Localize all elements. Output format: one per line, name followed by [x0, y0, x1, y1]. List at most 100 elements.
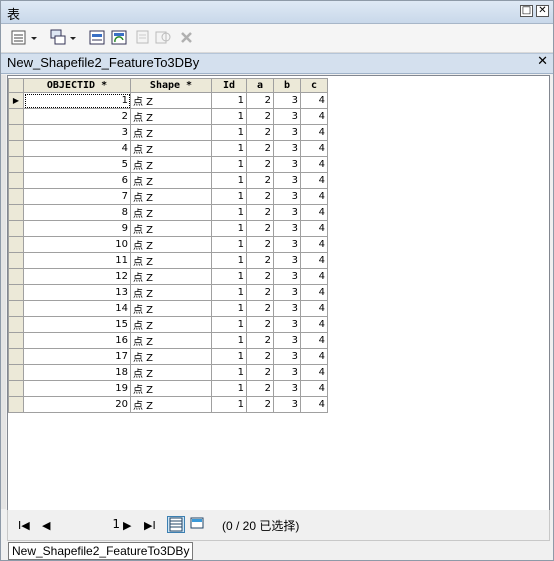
- table-cell[interactable]: 1: [211, 348, 247, 365]
- table-cell[interactable]: 3: [273, 108, 301, 125]
- table-row[interactable]: 14 点 Z1234: [8, 300, 328, 317]
- table-cell[interactable]: 19: [23, 380, 131, 397]
- row-selector[interactable]: [8, 300, 24, 317]
- close-button[interactable]: ✕: [536, 5, 549, 17]
- table-cell[interactable]: 4: [300, 396, 328, 413]
- table-cell[interactable]: 点 Z: [130, 188, 212, 205]
- row-selector[interactable]: [8, 316, 24, 333]
- row-selector[interactable]: [8, 284, 24, 301]
- table-cell[interactable]: 点 Z: [130, 204, 212, 221]
- table-cell[interactable]: 13: [23, 284, 131, 301]
- row-selector[interactable]: [8, 108, 24, 125]
- row-selector[interactable]: [8, 172, 24, 189]
- table-cell[interactable]: 4: [300, 364, 328, 381]
- table-cell[interactable]: 2: [246, 156, 274, 173]
- table-cell[interactable]: 3: [273, 252, 301, 269]
- table-cell[interactable]: 4: [300, 124, 328, 141]
- last-record-button[interactable]: ▶I: [144, 519, 156, 532]
- table-cell[interactable]: 1: [211, 188, 247, 205]
- table-cell[interactable]: 1: [211, 316, 247, 333]
- table-cell[interactable]: 3: [273, 380, 301, 397]
- table-cell[interactable]: 4: [300, 220, 328, 237]
- table-cell[interactable]: 点 Z: [130, 252, 212, 269]
- table-row[interactable]: 20 点 Z1234: [8, 396, 328, 413]
- restore-button[interactable]: □: [520, 5, 533, 17]
- table-cell[interactable]: 点 Z: [130, 396, 212, 413]
- show-selected-records-icon[interactable]: [189, 516, 207, 533]
- first-record-button[interactable]: I◀: [18, 519, 30, 532]
- table-cell[interactable]: 点 Z: [130, 380, 212, 397]
- table-bottom-tab[interactable]: New_Shapefile2_FeatureTo3DBy: [8, 542, 194, 560]
- table-cell[interactable]: 2: [246, 348, 274, 365]
- table-cell[interactable]: 4: [300, 348, 328, 365]
- switch-selection-icon[interactable]: [111, 29, 129, 47]
- row-selector[interactable]: [8, 124, 24, 141]
- table-cell[interactable]: 9: [23, 220, 131, 237]
- table-row[interactable]: ▶ 1 点 Z1234: [8, 92, 328, 109]
- table-cell[interactable]: 3: [273, 236, 301, 253]
- row-selector[interactable]: [8, 220, 24, 237]
- table-cell[interactable]: 8: [23, 204, 131, 221]
- table-cell[interactable]: 4: [300, 332, 328, 349]
- table-cell[interactable]: 1: [211, 156, 247, 173]
- table-cell[interactable]: 18: [23, 364, 131, 381]
- column-header[interactable]: Id: [211, 78, 247, 93]
- table-cell[interactable]: 1: [211, 124, 247, 141]
- table-row[interactable]: 18 点 Z1234: [8, 364, 328, 381]
- table-cell[interactable]: 1: [211, 92, 247, 109]
- table-cell[interactable]: 15: [23, 316, 131, 333]
- table-cell[interactable]: 1: [211, 140, 247, 157]
- table-cell[interactable]: 4: [23, 140, 131, 157]
- table-cell[interactable]: 3: [273, 140, 301, 157]
- tab-close-button[interactable]: ✕: [537, 54, 548, 69]
- table-row[interactable]: 9点 Z1234: [8, 220, 328, 237]
- table-cell[interactable]: 10: [23, 236, 131, 253]
- table-cell[interactable]: 3: [23, 124, 131, 141]
- table-cell[interactable]: 1: [211, 396, 247, 413]
- table-cell[interactable]: 点 Z: [130, 108, 212, 125]
- select-all-corner[interactable]: [8, 78, 24, 93]
- table-cell[interactable]: 2: [246, 188, 274, 205]
- table-cell[interactable]: 3: [273, 316, 301, 333]
- table-row[interactable]: 16 点 Z1234: [8, 332, 328, 349]
- table-cell[interactable]: 5: [23, 156, 131, 173]
- table-cell[interactable]: 点 Z: [130, 220, 212, 237]
- table-cell[interactable]: 2: [246, 236, 274, 253]
- table-cell[interactable]: 2: [246, 396, 274, 413]
- table-cell[interactable]: 4: [300, 268, 328, 285]
- table-cell[interactable]: 4: [300, 156, 328, 173]
- table-cell[interactable]: 12: [23, 268, 131, 285]
- table-cell[interactable]: 3: [273, 172, 301, 189]
- row-selector[interactable]: [8, 204, 24, 221]
- related-tables-icon[interactable]: [49, 29, 79, 47]
- table-cell[interactable]: 点 Z: [130, 236, 212, 253]
- table-cell[interactable]: 7: [23, 188, 131, 205]
- table-cell[interactable]: 点 Z: [130, 172, 212, 189]
- table-cell[interactable]: 3: [273, 268, 301, 285]
- table-cell[interactable]: 点 Z: [130, 268, 212, 285]
- table-cell[interactable]: 1: [211, 172, 247, 189]
- table-cell[interactable]: 点 Z: [130, 300, 212, 317]
- show-all-records-icon[interactable]: [167, 516, 185, 533]
- table-row[interactable]: 15 点 Z1234: [8, 316, 328, 333]
- table-row[interactable]: 3点 Z1234: [8, 124, 328, 141]
- row-selector[interactable]: [8, 268, 24, 285]
- table-cell[interactable]: 16: [23, 332, 131, 349]
- table-cell[interactable]: 17: [23, 348, 131, 365]
- table-cell[interactable]: 1: [211, 300, 247, 317]
- row-selector[interactable]: [8, 380, 24, 397]
- table-cell[interactable]: 1: [211, 380, 247, 397]
- table-cell[interactable]: 2: [246, 92, 274, 109]
- table-cell[interactable]: 20: [23, 396, 131, 413]
- table-cell[interactable]: 点 Z: [130, 348, 212, 365]
- row-selector[interactable]: [8, 236, 24, 253]
- table-cell[interactable]: 2: [23, 108, 131, 125]
- table-cell[interactable]: 1: [211, 284, 247, 301]
- table-row[interactable]: 10 点 Z1234: [8, 236, 328, 253]
- table-cell[interactable]: 3: [273, 156, 301, 173]
- table-cell[interactable]: 1: [211, 236, 247, 253]
- table-cell[interactable]: 点 Z: [130, 284, 212, 301]
- row-selector[interactable]: ▶: [8, 92, 24, 109]
- tab-title[interactable]: New_Shapefile2_FeatureTo3DBy: [7, 55, 199, 70]
- column-header[interactable]: b: [273, 78, 301, 93]
